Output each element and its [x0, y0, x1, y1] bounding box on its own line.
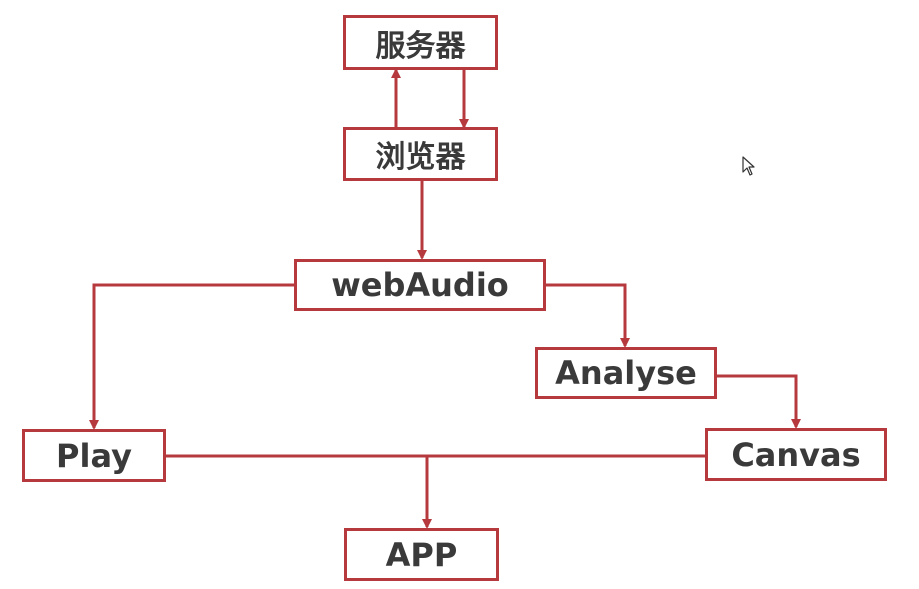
node-canvas: Canvas: [705, 428, 887, 481]
node-app: APP: [344, 528, 499, 581]
node-browser: 浏览器: [343, 127, 498, 181]
node-play: Play: [22, 429, 166, 482]
edge-webaudio-to-play: [89, 283, 294, 430]
edge-analyse-to-canvas: [717, 374, 801, 429]
node-webaudio: webAudio: [294, 259, 546, 311]
mouse-pointer-icon: [742, 156, 755, 176]
node-server: 服务器: [343, 15, 498, 70]
edge-webaudio-to-analyse: [546, 283, 630, 348]
node-analyse: Analyse: [535, 347, 717, 399]
